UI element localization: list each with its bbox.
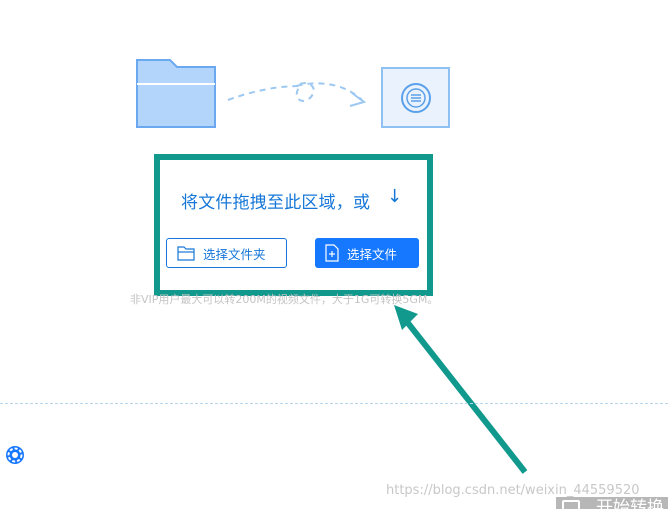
convert-icon [381, 67, 450, 128]
converter-upload-page: 将文件拖拽至此区域，或 ↓ 选择文件夹 选择文件 非VIP用户最大可以转200M… [0, 0, 668, 509]
upload-illustration [136, 59, 450, 128]
arrow-down-icon: ↓ [387, 186, 403, 207]
dashed-curve-arrow [227, 82, 363, 102]
select-folder-label: 选择文件夹 [203, 246, 266, 262]
size-limit-hint: 非VIP用户最大可以转200M的视频文件，大于1G可转换5GM。 [130, 293, 439, 306]
start-convert-button[interactable]: 开始转换 [556, 497, 668, 509]
drop-zone[interactable] [154, 154, 433, 296]
drop-prompt-text: 将文件拖拽至此区域，或 [181, 193, 371, 213]
select-file-label: 选择文件 [347, 246, 398, 262]
gear-icon[interactable] [4, 444, 26, 466]
section-divider [0, 403, 668, 404]
file-add-icon [325, 244, 339, 262]
play-icon [562, 500, 580, 509]
select-folder-button[interactable]: 选择文件夹 [166, 238, 287, 268]
watermark-text: https://blog.csdn.net/weixin_44559520 [386, 483, 640, 498]
select-file-button[interactable]: 选择文件 [315, 238, 419, 268]
start-convert-label: 开始转换 [596, 498, 664, 509]
folder-outline-icon [177, 246, 195, 261]
curve-arrowhead [349, 92, 367, 107]
folder-icon [136, 59, 216, 128]
